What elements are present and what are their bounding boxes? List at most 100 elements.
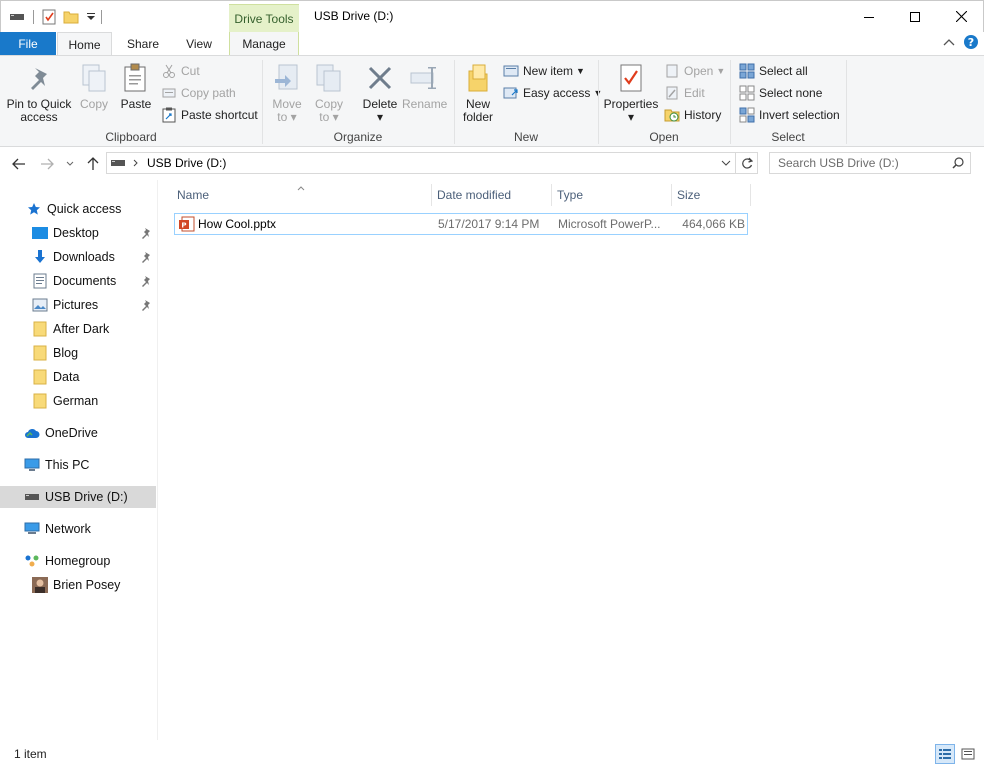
file-size: 464,066 KB xyxy=(682,217,745,231)
search-input[interactable]: Search USB Drive (D:) xyxy=(778,156,899,170)
move-to-button[interactable]: Move to ▾ xyxy=(268,62,306,124)
nav-item-after-dark[interactable]: After Dark xyxy=(0,318,156,340)
pin-icon[interactable] xyxy=(141,298,153,312)
properties-icon[interactable] xyxy=(41,9,57,25)
drive-icon xyxy=(24,489,40,505)
avatar xyxy=(32,577,48,593)
easy-access-icon xyxy=(503,85,519,101)
ribbon-tabs: File Home Share View Manage ? xyxy=(0,32,984,56)
close-button[interactable] xyxy=(938,1,984,32)
pin-icon[interactable] xyxy=(141,226,153,240)
nav-item-usb-drive[interactable]: USB Drive (D:) xyxy=(0,486,156,508)
tab-file[interactable]: File xyxy=(0,32,56,55)
column-header-type[interactable]: Type xyxy=(552,184,672,206)
tab-share[interactable]: Share xyxy=(117,32,169,55)
delete-x-icon xyxy=(360,62,400,94)
select-all-button[interactable]: Select all xyxy=(739,62,808,80)
folder-icon xyxy=(458,62,498,94)
paste-button[interactable]: Paste xyxy=(116,62,156,111)
nav-item-homegroup[interactable]: Homegroup xyxy=(0,550,156,572)
forward-button[interactable] xyxy=(38,156,56,172)
open-button[interactable]: Open ▼ xyxy=(664,62,725,80)
svg-text:?: ? xyxy=(968,36,974,49)
large-icons-view-button[interactable] xyxy=(958,744,978,764)
clipboard-group-label: Clipboard xyxy=(105,130,157,144)
file-type: Microsoft PowerP... xyxy=(558,217,661,231)
column-header-size[interactable]: Size xyxy=(672,184,751,206)
computer-icon xyxy=(24,457,40,473)
drive-icon[interactable] xyxy=(9,9,25,25)
maximize-icon xyxy=(910,11,920,22)
pictures-icon xyxy=(32,297,48,313)
edit-icon xyxy=(664,85,680,101)
details-view-button[interactable] xyxy=(935,744,955,764)
nav-item-brien-posey[interactable]: Brien Posey xyxy=(0,574,156,596)
new-folder-icon[interactable] xyxy=(63,9,79,25)
collapse-ribbon-icon[interactable] xyxy=(943,36,955,50)
dropdown-arrow-icon: ▼ xyxy=(716,66,726,76)
paste-shortcut-button[interactable]: Paste shortcut xyxy=(161,106,258,124)
easy-access-button[interactable]: Easy access ▼ xyxy=(503,84,602,102)
nav-item-this-pc[interactable]: This PC xyxy=(0,454,156,476)
arrow-left-icon xyxy=(12,158,25,170)
nav-item-downloads[interactable]: Downloads xyxy=(0,246,156,268)
dropdown-arrow-icon: ▾ xyxy=(376,110,384,124)
select-none-button[interactable]: Select none xyxy=(739,84,822,102)
chevron-down-icon xyxy=(721,160,731,166)
search-icon xyxy=(952,157,964,169)
select-all-icon xyxy=(739,63,755,79)
new-item-button[interactable]: New item ▼ xyxy=(503,62,585,80)
refresh-button[interactable] xyxy=(736,152,758,174)
tab-manage[interactable]: Manage xyxy=(229,32,299,56)
copy-path-button[interactable]: Copy path xyxy=(161,84,236,102)
edit-button[interactable]: Edit xyxy=(664,84,705,102)
maximize-button[interactable] xyxy=(892,1,938,32)
copy-button[interactable]: Copy xyxy=(76,62,112,111)
new-folder-button[interactable]: New folder xyxy=(458,62,498,124)
pin-icon[interactable] xyxy=(141,274,153,288)
address-history-dropdown[interactable] xyxy=(721,160,731,166)
invert-selection-button[interactable]: Invert selection xyxy=(739,106,840,124)
nav-item-onedrive[interactable]: OneDrive xyxy=(0,422,156,444)
table-row[interactable]: P How Cool.pptx 5/17/2017 9:14 PM Micros… xyxy=(174,213,748,235)
pin-icon[interactable] xyxy=(141,250,153,264)
nav-item-data[interactable]: Data xyxy=(0,366,156,388)
nav-item-network[interactable]: Network xyxy=(0,518,156,540)
tab-view[interactable]: View xyxy=(174,32,224,55)
recent-locations-button[interactable] xyxy=(64,156,76,172)
arrow-right-icon xyxy=(41,158,54,170)
open-icon xyxy=(664,63,680,79)
nav-item-blog[interactable]: Blog xyxy=(0,342,156,364)
up-button[interactable] xyxy=(84,156,102,172)
customize-quick-access-icon[interactable] xyxy=(85,9,97,25)
nav-item-quick-access[interactable]: Quick access xyxy=(0,198,156,220)
rename-button[interactable]: Rename xyxy=(402,62,447,111)
back-button[interactable] xyxy=(10,156,28,172)
properties-button[interactable]: Properties ▾ xyxy=(602,62,660,124)
nav-item-desktop[interactable]: Desktop xyxy=(0,222,156,244)
homegroup-icon xyxy=(24,553,40,569)
help-icon[interactable]: ? xyxy=(963,34,979,53)
file-name: How Cool.pptx xyxy=(198,217,277,231)
cut-button[interactable]: Cut xyxy=(161,62,200,80)
nav-item-german[interactable]: German xyxy=(0,390,156,412)
minimize-button[interactable] xyxy=(846,1,892,32)
new-group-label: New xyxy=(513,130,538,144)
nav-item-documents[interactable]: Documents xyxy=(0,270,156,292)
address-path[interactable]: USB Drive (D:) xyxy=(147,156,226,170)
column-header-name[interactable]: Name xyxy=(172,184,432,206)
pin-to-quick-access-button[interactable]: Pin to Quick access xyxy=(4,62,74,124)
nav-item-pictures[interactable]: Pictures xyxy=(0,294,156,316)
copy-to-button[interactable]: Copy to ▾ xyxy=(310,62,348,124)
tab-home[interactable]: Home xyxy=(57,32,112,56)
delete-button[interactable]: Delete ▾ xyxy=(360,62,400,124)
chevron-right-icon[interactable] xyxy=(133,159,139,167)
new-item-icon xyxy=(503,63,519,79)
star-icon xyxy=(26,201,42,217)
dropdown-arrow-icon: ▾ xyxy=(290,110,297,124)
search-box[interactable]: Search USB Drive (D:) xyxy=(769,152,971,174)
address-bar[interactable]: USB Drive (D:) xyxy=(106,152,736,174)
column-header-date-modified[interactable]: Date modified xyxy=(432,184,552,206)
history-button[interactable]: History xyxy=(664,106,721,124)
details-view-icon xyxy=(939,749,951,759)
